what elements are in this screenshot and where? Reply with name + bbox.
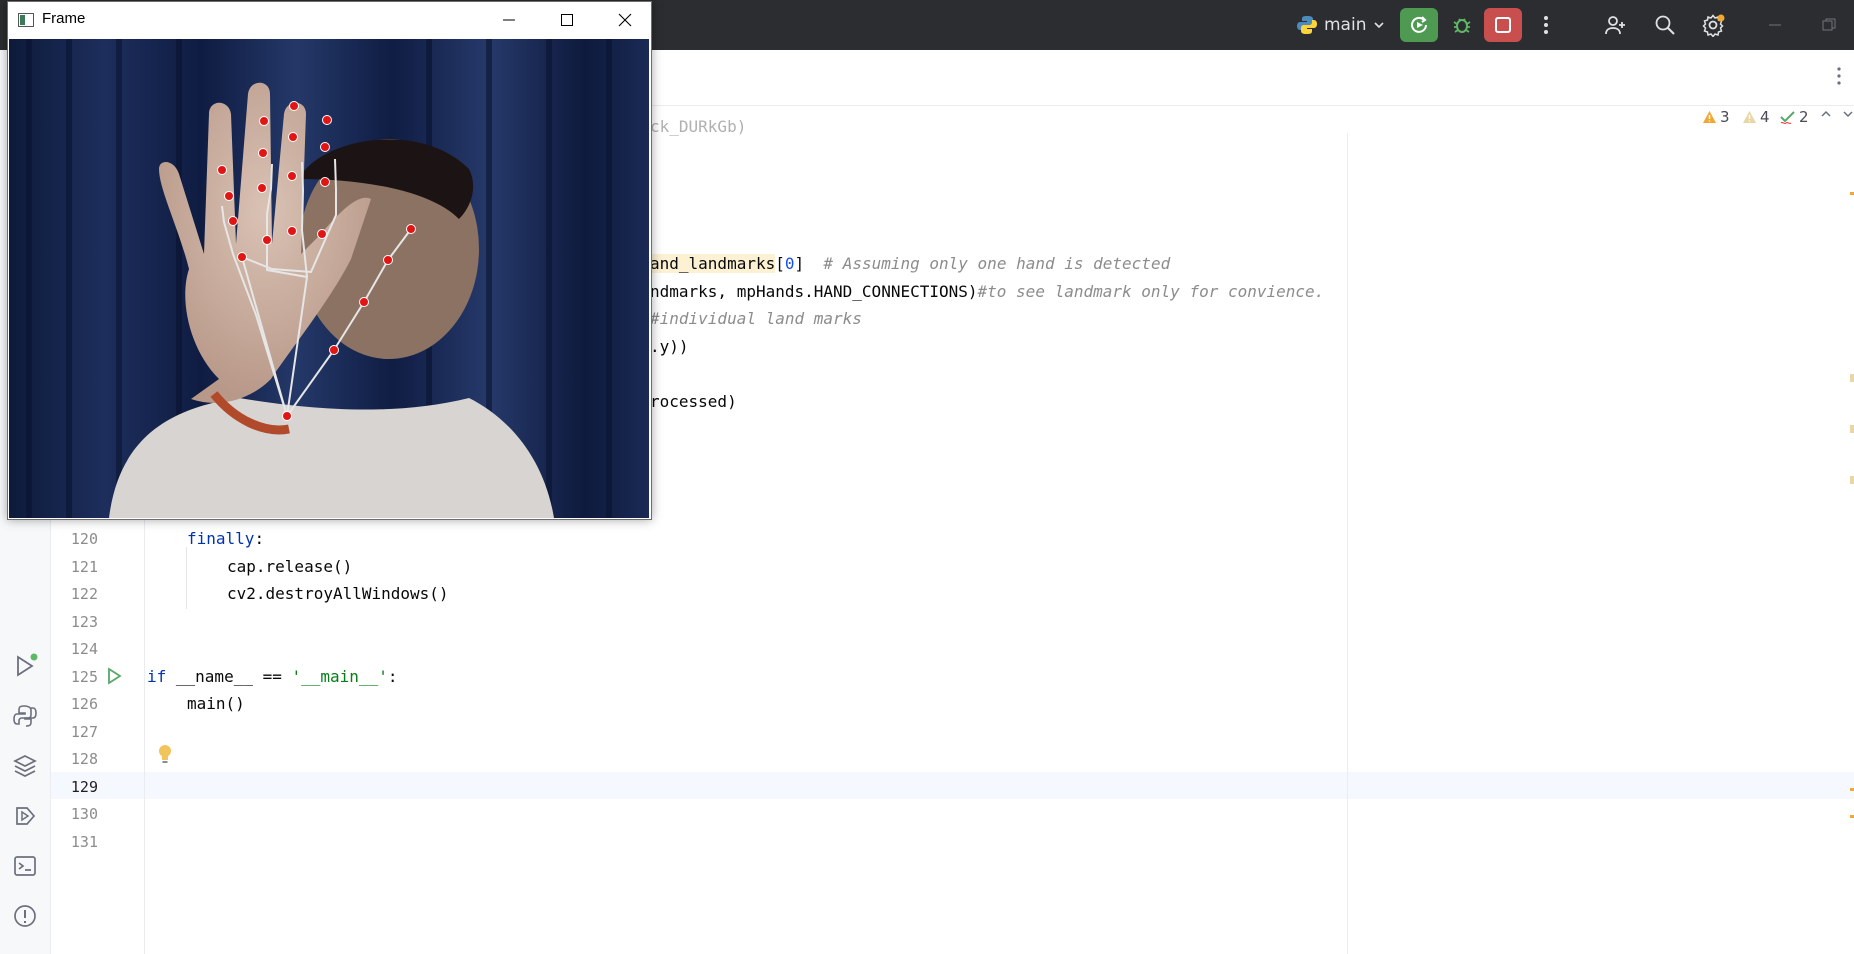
minimize-icon: [503, 19, 515, 21]
line-number: 120: [70, 530, 98, 548]
chevron-up-icon: [1821, 110, 1831, 117]
window-app-icon: [18, 13, 34, 27]
terminal-button[interactable]: [12, 853, 38, 879]
code-line[interactable]: ndmarks, mpHands.HAND_CONNECTIONS)#to se…: [650, 282, 1324, 302]
gear-icon: [1702, 14, 1725, 37]
code-fragment[interactable]: ck_DURkGb): [650, 117, 746, 137]
error-stripe-marker[interactable]: [1850, 815, 1854, 818]
webcam-feed: [9, 39, 649, 518]
code-with-me-button[interactable]: [1598, 8, 1632, 42]
problems-button[interactable]: [12, 903, 38, 929]
frame-maximize-button[interactable]: [538, 2, 596, 38]
lightbulb-icon: [159, 745, 171, 763]
services-icon: [16, 807, 36, 825]
run-icon: [108, 667, 122, 685]
branch-selector[interactable]: main: [1296, 11, 1386, 39]
line-number: 128: [70, 750, 98, 768]
run-tool-button[interactable]: [12, 653, 38, 679]
run-gutter-button[interactable]: [106, 667, 122, 689]
error-stripe-marker[interactable]: [1850, 788, 1854, 791]
opencv-frame-window[interactable]: Frame: [7, 1, 652, 520]
code-line[interactable]: #individual land marks: [650, 309, 862, 329]
code-line[interactable]: main(): [187, 694, 245, 714]
maximize-icon: [561, 14, 573, 26]
stop-button[interactable]: [1484, 8, 1522, 42]
python-icon: [1297, 16, 1317, 34]
code-line[interactable]: and_landmarks[0] # Assuming only one han…: [650, 254, 1170, 274]
frame-close-button[interactable]: [596, 2, 654, 38]
stop-icon: [1495, 17, 1511, 33]
close-icon: [618, 13, 632, 27]
frame-title: Frame: [42, 10, 86, 27]
code-line[interactable]: if __name__ == '__main__':: [147, 667, 397, 687]
more-vertical-icon: [1544, 16, 1548, 34]
code-line[interactable]: rocessed): [650, 392, 737, 412]
settings-button[interactable]: [1696, 8, 1730, 42]
code-line[interactable]: finally:: [187, 529, 264, 549]
typo-check-icon: [1780, 111, 1795, 124]
minimize-ide-button[interactable]: [1758, 8, 1792, 42]
tab-more-button[interactable]: [1836, 66, 1842, 90]
rerun-icon: [1411, 16, 1427, 33]
frame-minimize-button[interactable]: [480, 2, 538, 38]
line-number: 122: [70, 585, 98, 603]
right-margin-guide: [1347, 133, 1348, 954]
line-number: 123: [70, 613, 98, 631]
error-stripe-marker[interactable]: [1850, 425, 1854, 433]
run-icon: [17, 653, 38, 677]
layers-icon: [13, 755, 37, 777]
line-number: 126: [70, 695, 98, 713]
line-number: 127: [70, 723, 98, 741]
weak-warning-icon: [1743, 111, 1756, 123]
debug-button[interactable]: [1444, 8, 1480, 42]
restore-icon: [1822, 18, 1836, 31]
problems-icon: [14, 905, 36, 927]
chevron-down-icon: [1843, 111, 1853, 118]
frame-title-bar[interactable]: Frame: [8, 2, 651, 38]
services-button[interactable]: [12, 803, 38, 829]
code-line[interactable]: cap.release(): [227, 557, 352, 577]
line-number: 130: [70, 805, 98, 823]
minimize-icon: [1769, 24, 1781, 26]
warning-icon: [1703, 111, 1716, 123]
search-icon: [1655, 15, 1675, 35]
error-stripe-marker[interactable]: [1850, 192, 1854, 195]
code-line[interactable]: .y)): [650, 337, 689, 357]
next-highlight-button[interactable]: [1842, 108, 1854, 120]
branch-name: main: [1324, 15, 1367, 35]
line-number: 131: [70, 833, 98, 851]
bug-icon: [1453, 18, 1471, 33]
intention-bulb-button[interactable]: [157, 744, 173, 768]
current-line-highlight: [51, 772, 1854, 799]
weak-warnings-count[interactable]: 4: [1742, 108, 1770, 126]
error-stripe-marker[interactable]: [1850, 374, 1854, 382]
typos-count[interactable]: 2: [1780, 108, 1809, 126]
chevron-down-icon: [1374, 22, 1385, 29]
python-console-icon: [13, 705, 37, 727]
line-number: 121: [70, 558, 98, 576]
prev-highlight-button[interactable]: [1820, 108, 1832, 120]
more-vertical-icon: [1837, 67, 1841, 85]
python-packages-button[interactable]: [12, 753, 38, 779]
line-number: 124: [70, 640, 98, 658]
warnings-count[interactable]: 3: [1702, 108, 1730, 126]
more-actions-button[interactable]: [1536, 8, 1556, 42]
restore-ide-button[interactable]: [1812, 8, 1846, 42]
line-number: 125: [70, 668, 98, 686]
error-stripe-marker[interactable]: [1850, 476, 1854, 484]
terminal-icon: [14, 856, 36, 876]
add-user-icon: [1605, 16, 1625, 35]
python-console-button[interactable]: [12, 703, 38, 729]
indent-guide: [186, 547, 187, 609]
rerun-button[interactable]: [1400, 8, 1438, 42]
search-button[interactable]: [1648, 8, 1682, 42]
line-number-current: 129: [70, 778, 98, 796]
code-line[interactable]: cv2.destroyAllWindows(): [227, 584, 449, 604]
